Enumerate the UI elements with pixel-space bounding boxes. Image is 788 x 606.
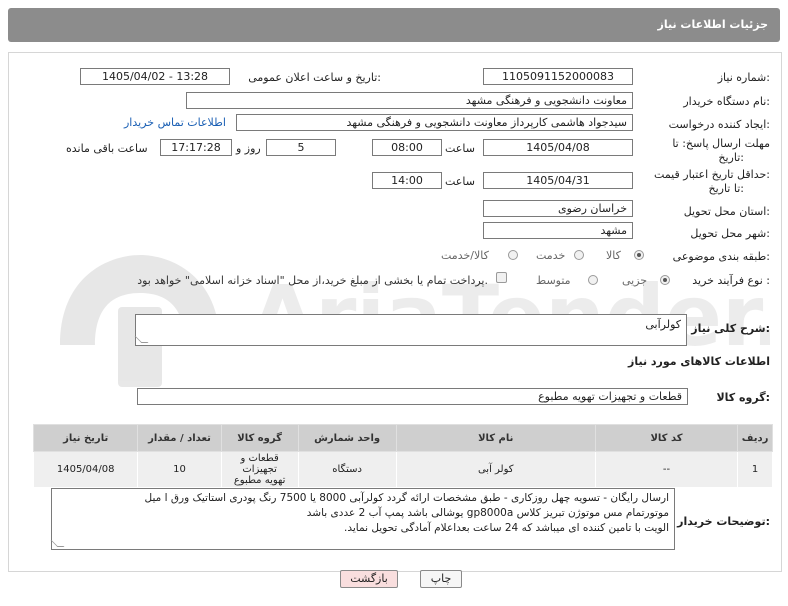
reply-time-label: ساعت bbox=[445, 142, 475, 155]
buyer-notes-line-3: الویت با تامین کننده ای میباشد که 24 ساع… bbox=[344, 522, 669, 534]
cell-goods-group: قطعات و تجهیزات تهویه مطبوع bbox=[220, 451, 299, 488]
col-goods-name: نام کالا bbox=[395, 424, 596, 452]
page-title: جزئیات اطلاعات نیاز bbox=[657, 18, 769, 31]
price-validity-label: حداقل تاریخ اعتبار قیمت: bbox=[654, 168, 770, 181]
buyer-notes-line-1: ارسال رایگان - تسویه چهل روزکاری - طبق م… bbox=[144, 492, 669, 504]
general-description-text: کولرآبی bbox=[645, 318, 681, 331]
purchase-type-label: نوع فرآیند خرید : bbox=[692, 274, 770, 287]
category-label: طبقه بندی موضوعی: bbox=[672, 250, 770, 263]
buyer-notes-label: توضیحات خریدار: bbox=[677, 515, 770, 528]
purchase-medium-label: متوسط bbox=[536, 274, 571, 287]
col-goods-code: کد کالا bbox=[594, 424, 739, 452]
cell-goods-group-line1: قطعات و تجهیزات bbox=[240, 453, 279, 475]
print-button[interactable]: چاپ bbox=[420, 570, 462, 588]
announce-datetime-label: تاریخ و ساعت اعلان عمومی: bbox=[248, 71, 381, 84]
buyer-org-label: نام دستگاه خریدار: bbox=[683, 95, 770, 108]
back-button[interactable]: بازگشت bbox=[340, 570, 398, 588]
reply-deadline-label-2: تاریخ: bbox=[718, 151, 744, 164]
goods-group-label: گروه کالا: bbox=[716, 391, 770, 404]
buyer-contact-link[interactable]: اطلاعات تماس خریدار bbox=[124, 116, 226, 129]
general-description-label: شرح کلی نیاز: bbox=[691, 322, 770, 335]
days-label: روز و bbox=[236, 142, 261, 155]
cell-goods-name: کولر آبی bbox=[395, 451, 596, 488]
city-label: شهر محل تحویل: bbox=[690, 227, 770, 240]
col-need-date: تاریخ نیاز bbox=[32, 424, 139, 452]
need-number-field[interactable]: 1105091152000083 bbox=[483, 68, 633, 85]
purchase-partial-label: جزیی bbox=[622, 274, 648, 287]
col-unit: واحد شمارش bbox=[297, 424, 397, 452]
resize-grip-icon[interactable] bbox=[50, 540, 65, 547]
items-table: تاریخ نیاز تعداد / مقدار گروه کالا واحد … bbox=[32, 424, 773, 488]
requester-label: ایجاد کننده درخواست: bbox=[668, 118, 770, 131]
cell-quantity: 10 bbox=[137, 451, 222, 488]
cell-need-date: 1405/04/08 bbox=[32, 451, 139, 488]
price-validity-label-2: تا تاریخ: bbox=[708, 182, 744, 195]
cell-unit: دستگاه bbox=[297, 451, 397, 488]
category-both-radio[interactable] bbox=[508, 250, 518, 260]
price-validity-time-label: ساعت bbox=[445, 175, 475, 188]
city-field[interactable]: مشهد bbox=[483, 222, 633, 239]
buyer-org-field[interactable]: معاونت دانشجویی و فرهنگی مشهد bbox=[186, 92, 633, 109]
goods-info-title: اطلاعات کالاهای مورد نیاز bbox=[628, 355, 770, 368]
purchase-partial-radio[interactable] bbox=[660, 275, 670, 285]
goods-group-field[interactable]: قطعات و تجهیزات تهویه مطبوع bbox=[137, 388, 688, 405]
cell-goods-code: -- bbox=[594, 451, 739, 488]
general-description-field[interactable]: کولرآبی bbox=[134, 314, 687, 346]
col-goods-group: گروه کالا bbox=[220, 424, 299, 452]
category-service-radio[interactable] bbox=[574, 250, 584, 260]
price-validity-time-field[interactable]: 14:00 bbox=[372, 172, 442, 189]
remaining-time-field[interactable]: 17:17:28 bbox=[160, 139, 232, 156]
category-goods-label: کالا bbox=[606, 249, 621, 262]
purchase-medium-radio[interactable] bbox=[588, 275, 598, 285]
table-row[interactable]: 1405/04/08 10 قطعات و تجهیزات تهویه مطبوع… bbox=[32, 451, 773, 488]
category-goods-radio[interactable] bbox=[634, 250, 644, 260]
province-field[interactable]: خراسان رضوی bbox=[483, 200, 633, 217]
category-both-label: کالا/خدمت bbox=[441, 249, 489, 262]
requester-field[interactable]: سیدجواد هاشمی کارپرداز معاونت دانشجویی و… bbox=[236, 114, 633, 131]
cell-goods-group-line2: تهویه مطبوع bbox=[233, 475, 286, 486]
resize-grip-icon[interactable] bbox=[134, 336, 149, 343]
need-number-label: شماره نیاز: bbox=[717, 71, 770, 84]
buyer-notes-line-2: موتورتمام مس موتوژن تبریز کلاس gp8000a ی… bbox=[306, 507, 669, 519]
reply-time-field[interactable]: 08:00 bbox=[372, 139, 442, 156]
col-row: ردیف bbox=[737, 424, 773, 452]
price-validity-date-field[interactable]: 1405/04/31 bbox=[483, 172, 633, 189]
reply-date-field[interactable]: 1405/04/08 bbox=[483, 139, 633, 156]
remaining-label: ساعت باقی مانده bbox=[66, 142, 148, 155]
cell-row: 1 bbox=[737, 451, 773, 488]
col-quantity: تعداد / مقدار bbox=[137, 424, 222, 452]
days-field[interactable]: 5 bbox=[266, 139, 336, 156]
announce-datetime-field[interactable]: 1405/04/02 - 13:28 bbox=[80, 68, 230, 85]
buyer-notes-field[interactable]: ارسال رایگان - تسویه چهل روزکاری - طبق م… bbox=[50, 488, 675, 550]
treasury-bonds-checkbox[interactable] bbox=[496, 272, 507, 283]
reply-deadline-label: مهلت ارسال پاسخ: تا bbox=[672, 137, 770, 150]
page-header: جزئیات اطلاعات نیاز bbox=[8, 8, 780, 42]
treasury-bonds-text: پرداخت تمام یا بخشی از مبلغ خرید،از محل … bbox=[137, 274, 488, 287]
province-label: استان محل تحویل: bbox=[683, 205, 770, 218]
category-service-label: خدمت bbox=[536, 249, 566, 262]
table-header-row: تاریخ نیاز تعداد / مقدار گروه کالا واحد … bbox=[32, 424, 773, 452]
